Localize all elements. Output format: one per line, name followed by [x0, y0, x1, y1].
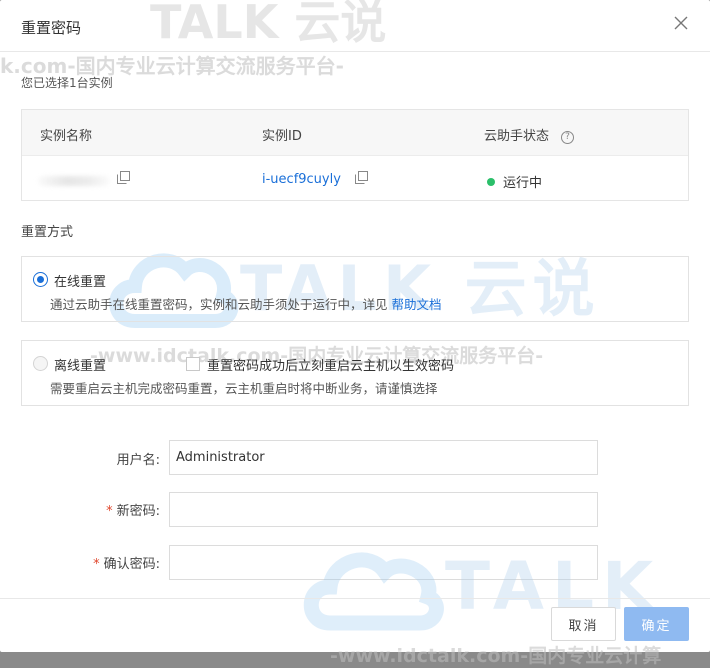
column-header-name: 实例名称 — [40, 129, 93, 144]
help-icon[interactable]: ? — [561, 131, 575, 144]
reset-password-dialog: TALK 云说 k.com-国内专业云计算交流服务平台- 重置密码 您已选择1台… — [0, 0, 710, 667]
online-reset-title: 在线重置 — [54, 275, 107, 290]
cancel-button[interactable]: 取消 — [551, 607, 616, 641]
required-mark: * — [106, 504, 113, 519]
copy-name-icon[interactable] — [117, 171, 130, 184]
agent-status-cell: 运行中 — [487, 172, 542, 191]
reset-method-label: 重置方式 — [21, 225, 74, 240]
table-header: 实例名称 实例ID 云助手状态? — [22, 110, 688, 156]
ok-button[interactable]: 确定 — [624, 607, 689, 641]
required-mark: * — [93, 557, 100, 572]
confirm-password-label: * 确认密码: — [20, 553, 160, 572]
online-reset-radio[interactable] — [33, 272, 48, 287]
new-password-label-text: 新密码: — [116, 504, 160, 519]
confirm-password-input[interactable] — [169, 545, 598, 580]
new-password-label: * 新密码: — [20, 500, 160, 519]
column-header-agent-status: 云助手状态? — [484, 125, 575, 144]
online-reset-desc: 通过云助手在线重置密码，实例和云助手须处于运行中，详见 帮助文档 — [50, 294, 442, 313]
option-offline-reset[interactable]: 离线重置 重置密码成功后立刻重启云主机以生效密码 需要重启云主机完成密码重置，云… — [21, 340, 689, 406]
help-doc-link[interactable]: 帮助文档 — [392, 297, 442, 312]
status-text: 运行中 — [503, 176, 543, 191]
instance-table: 实例名称 实例ID 云助手状态? i-uecf9cuyly 运行中 — [21, 109, 689, 201]
username-input[interactable] — [169, 440, 598, 475]
footer-divider — [0, 598, 710, 599]
agent-status-label: 云助手状态 — [484, 129, 550, 144]
confirm-password-label-text: 确认密码: — [103, 557, 160, 572]
offline-reset-title: 离线重置 — [54, 359, 107, 374]
column-header-id: 实例ID — [262, 129, 302, 144]
status-dot-icon — [487, 178, 495, 186]
online-reset-desc-text: 通过云助手在线重置密码，实例和云助手须处于运行中，详见 — [50, 297, 388, 312]
option-online-reset[interactable]: 在线重置 通过云助手在线重置密码，实例和云助手须处于运行中，详见 帮助文档 — [21, 256, 689, 322]
restart-after-reset-checkbox[interactable] — [186, 357, 200, 371]
watermark-bottom-line: -www.idctalk.com-国内专业云计算 — [330, 645, 662, 667]
instance-name-redacted — [38, 176, 110, 186]
restart-after-reset-label: 重置密码成功后立刻重启云主机以生效密码 — [207, 359, 455, 374]
instance-id-link[interactable]: i-uecf9cuyly — [262, 172, 341, 187]
username-label: 用户名: — [116, 453, 160, 468]
selected-count-note: 您已选择1台实例 — [21, 76, 113, 90]
offline-reset-radio[interactable] — [33, 356, 48, 371]
close-icon[interactable] — [672, 14, 690, 32]
new-password-input[interactable] — [169, 492, 598, 527]
copy-id-icon[interactable] — [355, 171, 368, 184]
offline-reset-desc: 需要重启云主机完成密码重置，云主机重启时将中断业务，请谨慎选择 — [50, 381, 438, 396]
dialog-header: 重置密码 — [0, 0, 710, 52]
dialog-title: 重置密码 — [21, 19, 82, 37]
